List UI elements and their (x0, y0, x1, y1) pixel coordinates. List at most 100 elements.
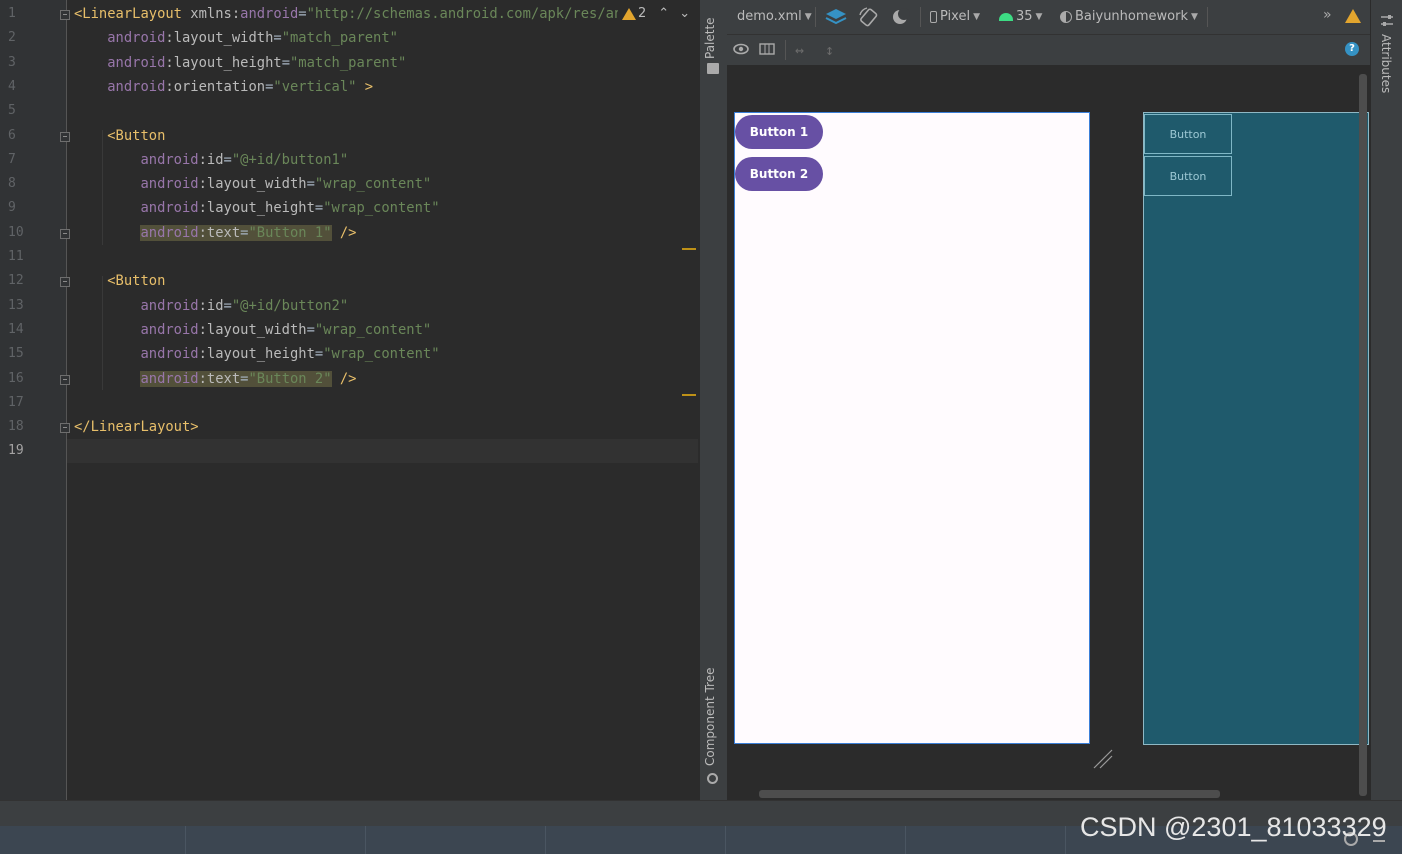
chevron-down-icon: ▼ (973, 11, 980, 22)
palette-tab[interactable]: Palette (703, 14, 717, 59)
line-number: 17 (8, 394, 24, 410)
vertical-resize-icon[interactable]: ↕ (825, 41, 834, 59)
designer-left-tool-strip: Palette Component Tree (699, 0, 727, 800)
chevron-down-icon: ▼ (804, 11, 812, 22)
view-options-button[interactable] (733, 42, 751, 56)
code-line[interactable]: android:id="@+id/button2" (74, 297, 348, 315)
code-line[interactable]: android:text="Button 1" /> (74, 224, 356, 242)
design-preview-screen[interactable]: Button 1 Button 2 (734, 112, 1090, 744)
fold-marker-icon[interactable] (60, 374, 70, 385)
code-line[interactable]: <Button (74, 272, 165, 290)
code-line[interactable]: <Button (74, 127, 165, 145)
device-name: Pixel (940, 9, 971, 24)
fold-marker-icon[interactable] (60, 10, 70, 20)
code-token: "wrap_content" (314, 176, 432, 193)
line-number: 4 (8, 78, 16, 94)
indent-guide (102, 276, 103, 390)
code-line[interactable]: android:orientation="vertical" > (74, 78, 373, 96)
code-line[interactable]: android:layout_width="match_parent" (74, 29, 398, 47)
horizontal-scrollbar[interactable] (759, 790, 1220, 798)
code-line[interactable]: android:layout_width="wrap_content" (74, 175, 431, 193)
line-number: 19 (8, 443, 24, 459)
code-line[interactable]: android:text="Button 2" /> (74, 370, 356, 388)
file-name: demo.xml (737, 9, 802, 24)
code-line[interactable]: android:layout_height="match_parent" (74, 54, 406, 72)
warning-icon[interactable] (1345, 9, 1361, 23)
code-token: android (140, 224, 199, 241)
code-token: android (240, 6, 299, 22)
code-line[interactable]: </LinearLayout> (74, 418, 199, 436)
code-token: "@+id/button1" (231, 151, 349, 168)
line-number: 1 (8, 6, 16, 21)
code-token: android (140, 151, 199, 168)
xml-code-editor[interactable]: 1 2 3 4 5 6 7 8 9 10 11 12 13 14 15 16 17 18 19 <LinearLay… (0, 0, 698, 800)
code-line[interactable]: <LinearLayout xmlns:android="http://sche… (74, 5, 639, 23)
theme-selector[interactable]: Baiyunhomework ▼ (1060, 9, 1198, 24)
line-number: 16 (8, 370, 24, 386)
more-actions-icon[interactable]: » (1323, 7, 1332, 23)
line-number: 11 (8, 249, 24, 264)
code-line[interactable]: android:id="@+id/button1" (74, 151, 348, 169)
code-token: "vertical" (273, 78, 357, 95)
code-token: "wrap_content" (323, 200, 440, 217)
layout-editor-toolbar: demo.xml ▼ Pixel ▼ 35 ▼ Baiyunhomework ▼ (727, 0, 1370, 35)
line-number: 15 (8, 346, 24, 362)
code-token: android (140, 176, 199, 193)
preview-button-1[interactable]: Button 1 (735, 115, 823, 149)
resize-handle-icon[interactable] (1092, 748, 1114, 770)
layers-icon (825, 9, 847, 25)
code-token: android (140, 297, 199, 314)
file-selector[interactable]: demo.xml ▼ (737, 9, 812, 24)
help-button[interactable]: ? (1345, 42, 1359, 56)
blueprint-button-2[interactable]: Button (1144, 156, 1232, 196)
code-token: :layout_height (165, 54, 282, 71)
night-mode-button[interactable] (890, 7, 912, 27)
fold-marker-icon[interactable] (60, 131, 70, 142)
code-token: :layout_width (165, 30, 274, 47)
blueprint-preview-screen[interactable]: Button Button (1143, 112, 1369, 745)
chevron-down-icon[interactable]: ⌄ (679, 6, 690, 21)
rotate-screen-icon (859, 7, 878, 27)
code-token: android (140, 346, 199, 363)
code-token: "Button 2" (248, 370, 332, 387)
fold-marker-icon[interactable] (60, 228, 70, 239)
phone-icon (930, 10, 937, 23)
line-number: 18 (8, 419, 24, 435)
code-token: "http://schemas.android.com/apk/res/andr (306, 6, 639, 22)
fold-marker-icon[interactable] (60, 277, 70, 288)
line-number: 9 (8, 200, 16, 216)
code-token: android (140, 321, 199, 338)
design-surface-button[interactable] (825, 7, 847, 27)
preview-button-2[interactable]: Button 2 (735, 157, 823, 191)
orientation-button[interactable] (858, 7, 880, 27)
warning-stripe-marker[interactable] (682, 248, 696, 250)
chevron-up-icon[interactable]: ⌃ (658, 6, 669, 21)
blueprint-button-1[interactable]: Button (1144, 114, 1232, 154)
code-token: "Button 1" (248, 224, 332, 241)
night-mode-icon (893, 8, 910, 24)
warning-stripe-marker[interactable] (682, 394, 696, 396)
code-line[interactable]: android:layout_width="wrap_content" (74, 321, 431, 339)
theme-name: Baiyunhomework (1075, 9, 1188, 24)
vertical-scrollbar[interactable] (1359, 74, 1367, 796)
fold-marker-icon[interactable] (60, 423, 70, 434)
horizontal-resize-icon[interactable]: ↔ (795, 41, 804, 59)
help-icon: ? (1345, 42, 1359, 56)
code-line[interactable]: android:layout_height="wrap_content" (74, 199, 440, 217)
code-token: android (107, 78, 166, 95)
component-tree-tab[interactable]: Component Tree (703, 666, 717, 766)
code-token: :id (198, 151, 224, 168)
api-level-selector[interactable]: 35 ▼ (999, 9, 1042, 24)
inspection-widget[interactable]: 2 ⌃ ⌄ (618, 6, 691, 21)
code-token: = (314, 346, 324, 363)
device-selector[interactable]: Pixel ▼ (930, 9, 980, 24)
blueprint-toggle-button[interactable] (759, 43, 775, 55)
code-token: = (306, 176, 315, 193)
attributes-tab[interactable]: Attributes (1379, 34, 1393, 94)
code-line[interactable]: android:layout_height="wrap_content" (74, 345, 439, 363)
